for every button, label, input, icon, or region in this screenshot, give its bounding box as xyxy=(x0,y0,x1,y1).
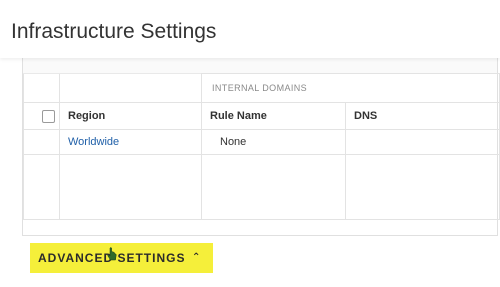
table-row: Worldwide None xyxy=(23,129,500,155)
empty-cell xyxy=(59,154,202,220)
page-header: Infrastructure Settings xyxy=(0,0,500,58)
column-header-region[interactable]: Region xyxy=(59,102,202,130)
empty-cell xyxy=(201,154,346,220)
row-select-cell xyxy=(23,129,60,155)
chevron-up-icon: ⌃ xyxy=(192,252,202,263)
domains-table: INTERNAL DOMAINS Region Rule Name DNS Wo… xyxy=(23,73,500,220)
region-link[interactable]: Worldwide xyxy=(59,129,202,155)
group-header-spacer xyxy=(59,73,202,103)
column-header-dns[interactable]: DNS xyxy=(344,102,500,130)
rule-name-cell: None xyxy=(201,129,346,155)
select-all-checkbox[interactable] xyxy=(42,109,55,123)
group-header-spacer xyxy=(23,73,60,103)
domains-card: INTERNAL DOMAINS Region Rule Name DNS Wo… xyxy=(22,54,500,236)
select-all-cell xyxy=(23,102,60,130)
dns-cell xyxy=(344,129,500,155)
column-header-row: Region Rule Name DNS xyxy=(23,102,500,130)
empty-cell xyxy=(344,154,500,220)
empty-cell xyxy=(23,154,60,220)
page-title: Infrastructure Settings xyxy=(11,20,217,43)
group-header-row: INTERNAL DOMAINS xyxy=(23,73,500,103)
internal-domains-group-header: INTERNAL DOMAINS xyxy=(200,73,500,103)
advanced-settings-button[interactable]: ADVANCED SETTINGS ⌃ xyxy=(30,243,213,273)
column-header-rule-name[interactable]: Rule Name xyxy=(201,102,346,130)
mouse-cursor-icon xyxy=(107,247,117,261)
empty-table-area xyxy=(23,154,500,220)
